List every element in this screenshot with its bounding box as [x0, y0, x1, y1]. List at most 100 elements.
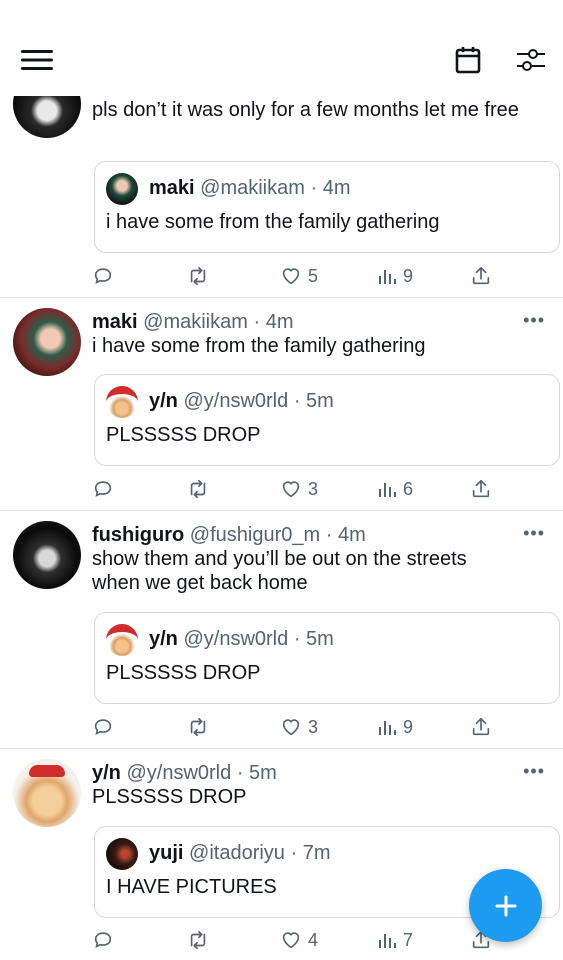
quote-author-name: y/n [149, 390, 178, 412]
separator: · [325, 524, 333, 546]
view-count: 9 [403, 716, 414, 737]
timestamp: 4m [265, 311, 294, 333]
more-options-button[interactable]: ••• [523, 310, 545, 331]
views-button[interactable]: 7 [377, 926, 413, 954]
tweet-actions: 4 7 [92, 926, 502, 954]
share-button[interactable] [470, 713, 492, 741]
view-count: 6 [403, 478, 414, 499]
quote-author-name: yuji [149, 842, 184, 864]
quote-timestamp: 5m [306, 390, 334, 412]
timeline-feed: pls don’t it was only for a few months l… [0, 0, 563, 960]
share-icon [472, 266, 490, 285]
quote-author-handle: @makiikam [200, 177, 305, 199]
retweet-icon [190, 266, 206, 286]
views-button[interactable]: 9 [377, 262, 413, 290]
hamburger-menu-icon [21, 50, 53, 70]
more-options-button[interactable]: ••• [523, 761, 545, 782]
retweet-button[interactable] [186, 926, 210, 954]
quote-separator: · [290, 842, 298, 864]
views-chart-icon [379, 721, 396, 735]
views-button[interactable]: 6 [377, 475, 413, 503]
reply-button[interactable] [92, 475, 114, 503]
like-count: 5 [308, 265, 319, 286]
quote-timestamp: 4m [322, 177, 351, 199]
quote-text: PLSSSSS DROP [106, 662, 261, 684]
author-handle: @y/nsw0rld [126, 762, 232, 784]
retweet-button[interactable] [186, 475, 210, 503]
separator: · [253, 311, 261, 333]
quote-timestamp: 5m [306, 628, 334, 650]
heart-icon [282, 719, 300, 736]
sliders-icon [517, 49, 545, 71]
tweet-text: i have some from the family gathering [92, 335, 426, 357]
views-chart-icon [379, 934, 396, 948]
quote-timestamp: 7m [302, 842, 331, 864]
quoted-tweet[interactable]: maki @makiikam · 4m i have some from the… [94, 161, 560, 253]
filter-button[interactable] [515, 44, 547, 76]
share-button[interactable] [470, 262, 492, 290]
retweet-button[interactable] [186, 713, 210, 741]
top-navigation-bar [0, 0, 563, 96]
avatar-maki [106, 173, 138, 205]
quote-author-handle: @y/nsw0rld [183, 390, 289, 412]
retweet-button[interactable] [186, 262, 210, 290]
quote-separator: · [310, 177, 318, 199]
quote-author-name: maki [149, 177, 195, 199]
like-count: 3 [308, 716, 319, 737]
author-handle: @makiikam [143, 311, 248, 333]
quote-separator: · [293, 628, 301, 650]
reply-button[interactable] [92, 713, 114, 741]
avatar-yuji [106, 838, 138, 870]
more-options-button[interactable]: ••• [523, 523, 545, 544]
reply-icon [94, 481, 112, 497]
like-count: 3 [308, 478, 319, 499]
avatar-fushiguro[interactable] [13, 521, 81, 589]
like-button[interactable]: 3 [280, 713, 318, 741]
retweet-icon [190, 479, 206, 499]
reply-button[interactable] [92, 926, 114, 954]
quote-text: I HAVE PICTURES [106, 876, 277, 898]
calendar-icon [455, 47, 481, 74]
quote-author-handle: @itadoriyu [189, 842, 285, 864]
red-hat-decoration [29, 765, 65, 777]
reply-icon [94, 932, 112, 948]
heart-icon [282, 268, 300, 285]
tweet[interactable]: maki @makiikam · 4m i have some from the… [0, 298, 563, 511]
plus-icon [495, 895, 516, 916]
views-chart-icon [379, 483, 396, 497]
timestamp: 4m [337, 524, 366, 546]
author-handle: @fushigur0_m [189, 524, 321, 546]
like-button[interactable]: 3 [280, 475, 318, 503]
avatar-maki[interactable] [13, 308, 81, 376]
tweet[interactable]: fushiguro @fushigur0_m · 4m show them an… [0, 511, 563, 749]
like-button[interactable]: 4 [280, 926, 318, 954]
tweet-text: PLSSSSS DROP [92, 786, 247, 808]
avatar-yn [106, 624, 138, 656]
quote-separator: · [293, 390, 301, 412]
author-name: fushiguro [92, 524, 185, 546]
reply-button[interactable] [92, 262, 114, 290]
quote-text: PLSSSSS DROP [106, 424, 261, 446]
separator: · [236, 762, 244, 784]
calendar-button[interactable] [452, 44, 484, 76]
quote-author-name: y/n [149, 628, 178, 650]
timestamp: 5m [249, 762, 277, 784]
quoted-tweet[interactable]: y/n @y/nsw0rld · 5m PLSSSSS DROP [94, 374, 560, 466]
avatar-yn[interactable] [13, 759, 81, 827]
share-icon [472, 479, 490, 498]
quote-author-handle: @y/nsw0rld [183, 628, 289, 650]
tweet-text-line-2: when we get back home [92, 572, 308, 594]
quoted-tweet[interactable]: y/n @y/nsw0rld · 5m PLSSSSS DROP [94, 612, 560, 704]
retweet-icon [190, 930, 206, 950]
tweet-text: pls don’t it was only for a few months l… [92, 99, 519, 121]
author-name: y/n [92, 762, 121, 784]
like-button[interactable]: 5 [280, 262, 318, 290]
tweet-actions: 5 9 [92, 262, 502, 290]
views-button[interactable]: 9 [377, 713, 413, 741]
menu-button[interactable] [21, 44, 53, 76]
avatar-yn [106, 386, 138, 418]
share-button[interactable] [470, 475, 492, 503]
compose-tweet-button[interactable] [469, 869, 542, 942]
reply-icon [94, 268, 112, 284]
heart-icon [282, 932, 300, 949]
